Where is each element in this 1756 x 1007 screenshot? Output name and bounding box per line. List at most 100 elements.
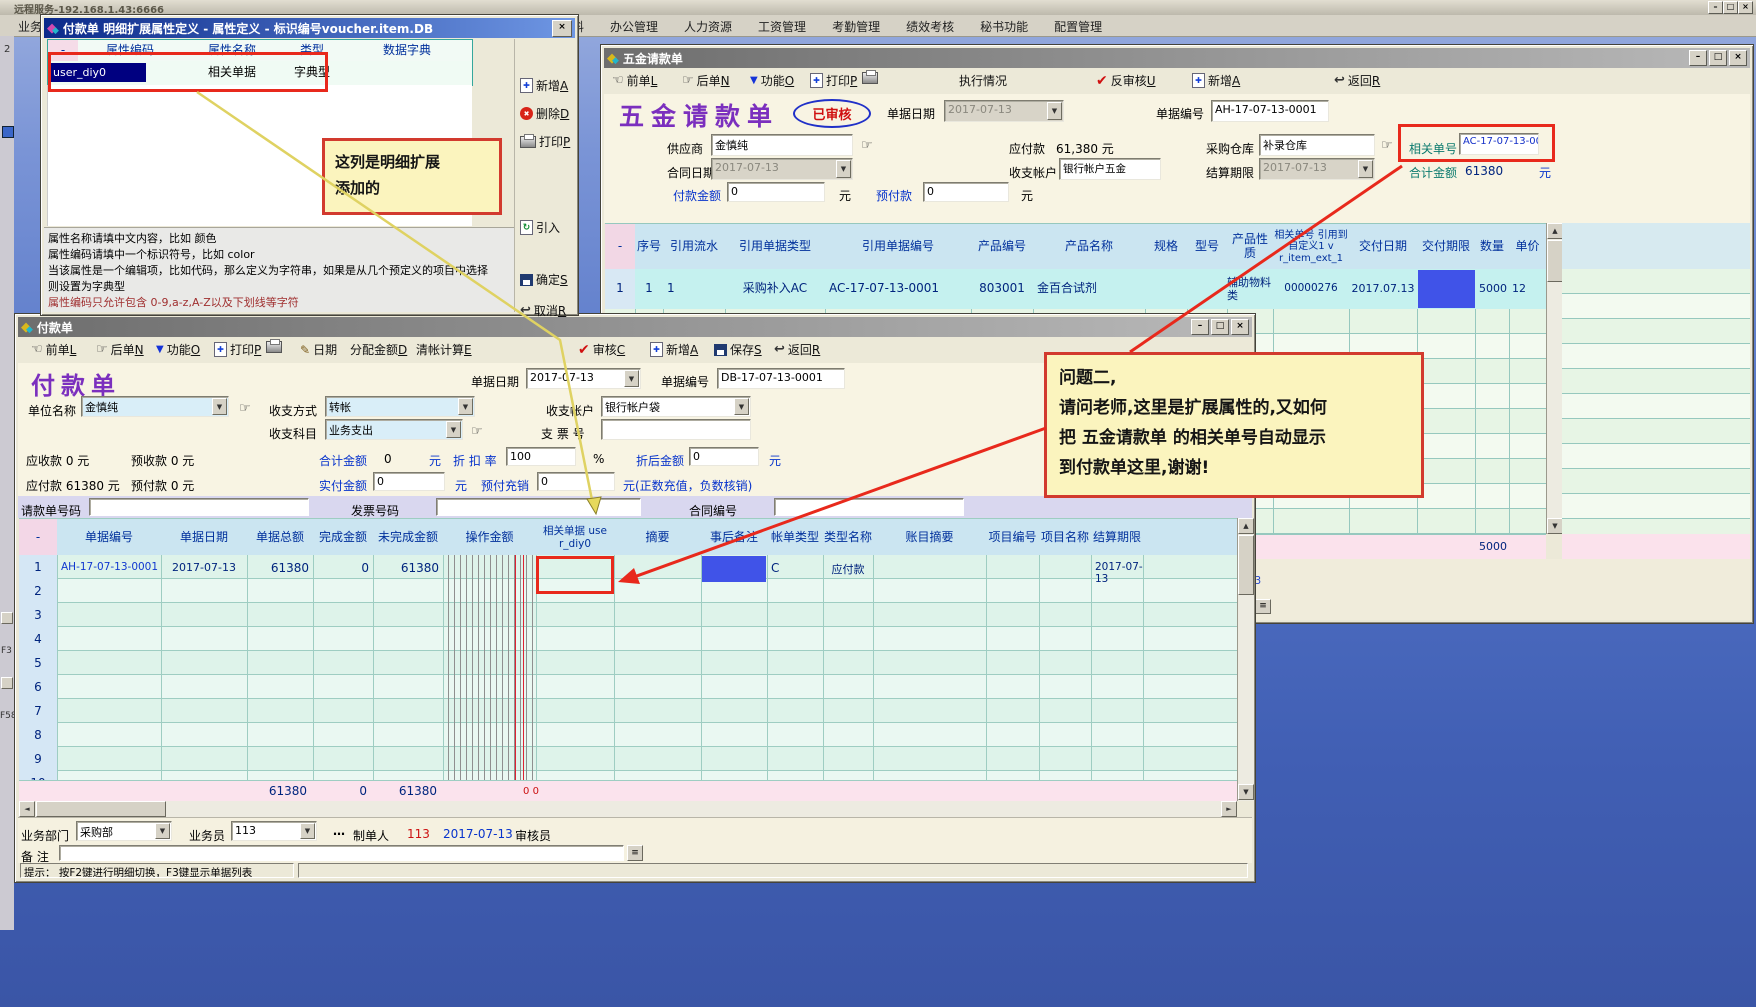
new-button[interactable]: ✚新增A: [650, 341, 698, 358]
new-button[interactable]: ✚新增A: [1192, 72, 1240, 89]
column-header[interactable]: 单据总额: [247, 519, 313, 556]
doc-no-field[interactable]: DB-17-07-13-0001: [717, 368, 845, 389]
column-header[interactable]: 产品名称: [1033, 224, 1145, 270]
after-discount-field[interactable]: 0: [689, 447, 759, 466]
column-header[interactable]: 交付期限: [1417, 224, 1475, 270]
lookup-hand-icon[interactable]: ☞: [239, 401, 251, 416]
cell-doc-no[interactable]: AH-17-07-13-0001: [61, 561, 161, 573]
contract-no-field[interactable]: [774, 498, 964, 516]
row-number[interactable]: 4: [19, 632, 57, 646]
column-header[interactable]: 数量: [1475, 224, 1509, 270]
scroll-thumb[interactable]: [36, 801, 166, 817]
menu-item[interactable]: 秘书功能: [980, 18, 1028, 35]
column-header-userdef[interactable]: 相关单据 use r_diy0: [536, 519, 614, 556]
cell-due[interactable]: 2017-07-13: [1095, 561, 1143, 585]
clerk-combo[interactable]: 113▼: [231, 821, 317, 841]
function-button[interactable]: ▼功能O: [750, 72, 794, 89]
import-button[interactable]: ↻引入: [520, 219, 560, 236]
return-button[interactable]: ↩返回R: [1334, 72, 1380, 89]
print-button[interactable]: 打印P: [520, 133, 570, 150]
close-button[interactable]: ×: [1231, 319, 1249, 335]
unit-combo[interactable]: 金慎纯▼: [81, 396, 229, 417]
column-header[interactable]: 结算期限: [1091, 519, 1143, 556]
lookup-hand-icon[interactable]: ☞: [861, 138, 873, 153]
column-header[interactable]: 项目名称: [1039, 519, 1091, 556]
request-no-field[interactable]: [89, 498, 309, 516]
cell-remaining[interactable]: 61380: [373, 561, 439, 575]
scroll-down-button[interactable]: ▼: [1547, 518, 1563, 534]
clear-calc-button[interactable]: 清帐计算E: [416, 341, 472, 358]
column-header[interactable]: 操作金额: [443, 519, 536, 556]
check-no-field[interactable]: [601, 419, 751, 440]
next-doc-button[interactable]: ☞后单N: [682, 72, 730, 89]
close-icon[interactable]: ×: [552, 20, 572, 37]
cell-date[interactable]: 2017-07-13: [161, 561, 247, 574]
cell-type-name[interactable]: 应付款: [823, 561, 873, 577]
minimize-button[interactable]: –: [1689, 50, 1707, 66]
unaudit-button[interactable]: ✔反审核U: [1096, 72, 1156, 89]
offset-field[interactable]: 0: [537, 472, 615, 491]
column-header[interactable]: 规格: [1145, 224, 1187, 270]
cell-bill-type[interactable]: C: [771, 561, 779, 575]
due-combo[interactable]: 2017-07-13▼: [1259, 158, 1375, 180]
minimize-button[interactable]: –: [1191, 319, 1209, 335]
column-header[interactable]: 单据日期: [161, 519, 247, 556]
ok-button[interactable]: 确定S: [520, 271, 568, 288]
supplier-field[interactable]: 金慎纯: [711, 134, 853, 156]
next-doc-button[interactable]: ☞后单N: [96, 341, 144, 358]
more-button[interactable]: …: [333, 824, 345, 838]
scroll-thumb[interactable]: [1547, 240, 1563, 282]
column-header[interactable]: 型号: [1187, 224, 1227, 270]
column-header[interactable]: 引用流水: [663, 224, 725, 270]
subject-combo[interactable]: 业务支出▼: [325, 419, 463, 440]
doc-date-combo[interactable]: 2017-07-13▼: [944, 100, 1064, 122]
row-number[interactable]: 3: [19, 608, 57, 622]
account-field[interactable]: 银行帐户五金: [1059, 158, 1161, 180]
prepay-field[interactable]: 0: [923, 182, 1009, 202]
account-combo[interactable]: 银行帐户袋▼: [601, 396, 751, 417]
column-header[interactable]: 引用单据类型: [725, 224, 825, 270]
row-number[interactable]: 5: [19, 656, 57, 670]
exec-status-button[interactable]: 执行情况: [959, 72, 1007, 89]
dept-combo[interactable]: 采购部▼: [76, 821, 172, 841]
pay-amount-field[interactable]: 0: [727, 182, 825, 202]
hardware-table-vscrollbar[interactable]: ▲ ▼: [1546, 223, 1563, 534]
menu-item[interactable]: 考勤管理: [832, 18, 880, 35]
warehouse-field[interactable]: 补录仓库: [1259, 134, 1375, 156]
remark-expand-button[interactable]: ≡: [627, 845, 643, 861]
add-button[interactable]: ✚新增A: [520, 77, 568, 94]
column-header[interactable]: 项目编号: [986, 519, 1039, 556]
remote-close-button[interactable]: ×: [1738, 1, 1753, 14]
left-strip-icon[interactable]: [2, 126, 14, 138]
column-header[interactable]: 账目摘要: [873, 519, 986, 556]
column-header[interactable]: 交付日期: [1349, 224, 1417, 270]
column-header[interactable]: 产品性质: [1227, 224, 1273, 270]
row-number[interactable]: 8: [19, 728, 57, 742]
column-header[interactable]: 数据字典: [342, 40, 472, 62]
invoice-no-field[interactable]: [436, 498, 641, 516]
column-header-userdef[interactable]: 相关单号 引用到自定义1 v r_item_ext_1: [1273, 224, 1349, 270]
cancel-button[interactable]: ↩取消R: [520, 302, 566, 319]
remote-minimize-button[interactable]: –: [1708, 1, 1723, 14]
printer-icon-button[interactable]: [862, 72, 878, 84]
dialog-titlebar[interactable]: ◆◆ 付款单 明细扩展属性定义 - 属性定义 - 标识编号voucher.ite…: [44, 18, 575, 38]
lookup-hand-icon[interactable]: ☞: [1381, 138, 1393, 153]
column-header[interactable]: 引用单据编号: [825, 224, 971, 270]
discount-field[interactable]: 100: [506, 447, 576, 466]
column-header[interactable]: 序号: [635, 224, 663, 270]
print-button[interactable]: ✚打印P: [810, 72, 857, 89]
close-button[interactable]: ×: [1729, 50, 1747, 66]
remark-field[interactable]: [59, 845, 624, 861]
date-button[interactable]: ✎日期: [300, 341, 337, 358]
cell-done[interactable]: 0: [313, 561, 369, 575]
scroll-up-button[interactable]: ▲: [1238, 518, 1254, 534]
printer-icon-button[interactable]: [266, 341, 282, 353]
doc-no-field[interactable]: AH-17-07-13-0001: [1211, 100, 1329, 122]
doc-date-combo[interactable]: 2017-07-13▼: [526, 368, 641, 389]
left-strip-button[interactable]: [1, 677, 13, 689]
function-button[interactable]: ▼功能O: [156, 341, 200, 358]
actual-field[interactable]: 0: [373, 472, 445, 491]
hardware-window-titlebar[interactable]: ◆◆ 五金请款单 – □ ×: [604, 48, 1750, 68]
scroll-up-button[interactable]: ▲: [1547, 223, 1563, 239]
way-combo[interactable]: 转帐▼: [325, 396, 475, 417]
